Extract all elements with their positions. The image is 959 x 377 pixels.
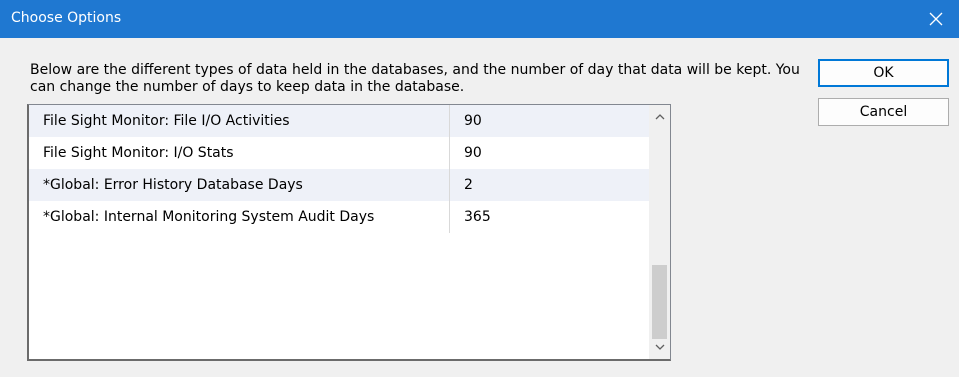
close-button[interactable]: [913, 0, 959, 38]
scroll-thumb[interactable]: [652, 265, 667, 339]
table-row[interactable]: *Global: Internal Monitoring System Audi…: [29, 201, 650, 233]
cancel-button[interactable]: Cancel: [818, 98, 949, 126]
description-text: Below are the different types of data he…: [30, 62, 800, 95]
window-title: Choose Options: [11, 10, 122, 26]
table-row[interactable]: File Sight Monitor: File I/O Activities …: [29, 105, 650, 137]
title-bar[interactable]: Choose Options: [0, 0, 959, 38]
scroll-down-button[interactable]: [649, 337, 670, 357]
row-days[interactable]: 2: [450, 169, 473, 201]
row-days[interactable]: 365: [450, 201, 491, 233]
scroll-up-button[interactable]: [649, 107, 670, 127]
ok-button[interactable]: OK: [818, 59, 949, 87]
row-name: *Global: Internal Monitoring System Audi…: [29, 201, 450, 233]
table-row[interactable]: File Sight Monitor: I/O Stats 90: [29, 137, 650, 169]
row-name: *Global: Error History Database Days: [29, 169, 450, 201]
table-row[interactable]: *Global: Error History Database Days 2: [29, 169, 650, 201]
row-name: File Sight Monitor: I/O Stats: [29, 137, 450, 169]
choose-options-dialog: Choose Options Below are the different t…: [0, 0, 959, 377]
row-name: File Sight Monitor: File I/O Activities: [29, 105, 450, 137]
row-days[interactable]: 90: [450, 137, 482, 169]
data-retention-table[interactable]: File Sight Monitor: File I/O Activities …: [27, 104, 671, 361]
chevron-up-icon: [655, 114, 664, 120]
row-days[interactable]: 90: [450, 105, 482, 137]
close-icon: [929, 12, 943, 26]
vertical-scrollbar[interactable]: [649, 105, 670, 359]
chevron-down-icon: [655, 344, 664, 350]
